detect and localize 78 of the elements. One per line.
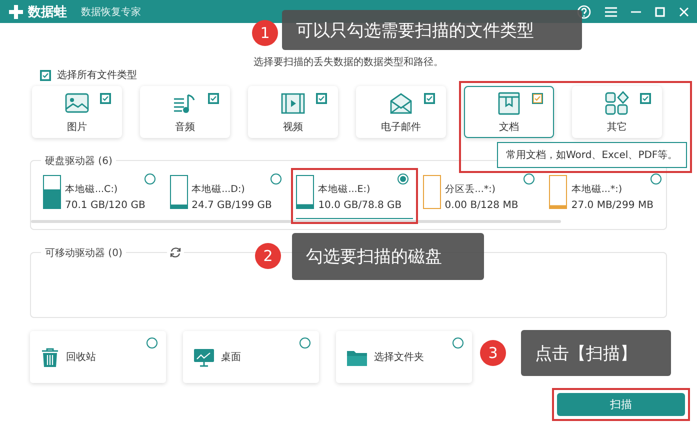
drive-item[interactable]: 本地磁...C:) 70.1 GB/120 GB bbox=[43, 173, 160, 219]
radio-button[interactable] bbox=[144, 173, 156, 185]
cross-logo-icon bbox=[8, 4, 24, 20]
maximize-icon[interactable] bbox=[655, 6, 665, 16]
checkbox[interactable] bbox=[532, 93, 543, 104]
group-title: 可移动驱动器 (0) bbox=[41, 246, 126, 260]
drive-size: 70.1 GB/120 GB bbox=[65, 200, 146, 211]
location-card[interactable]: 选择文件夹 bbox=[336, 331, 472, 383]
drive-name: 本地磁...D:) bbox=[192, 183, 246, 196]
callout-text: 可以只勾选需要扫描的文件类型 bbox=[282, 10, 582, 50]
radio-button[interactable] bbox=[523, 173, 536, 185]
image-icon bbox=[64, 90, 90, 116]
callout-text: 点击【扫描】 bbox=[521, 330, 671, 376]
drive-icon bbox=[170, 175, 188, 209]
select-all-label: 选择所有文件类型 bbox=[57, 68, 137, 82]
drive-item[interactable]: 本地磁...E:) 10.0 GB/78.8 GB bbox=[296, 173, 413, 219]
checkbox[interactable] bbox=[424, 93, 435, 104]
app-subtitle: 数据恢复专家 bbox=[81, 6, 141, 18]
drive-name: 本地磁...E:) bbox=[318, 183, 372, 196]
instruction-text: 选择要扫描的丢失数据的数据类型和路径。 bbox=[252, 56, 444, 67]
radio-button[interactable] bbox=[146, 337, 158, 349]
location-card[interactable]: 桌面 bbox=[183, 331, 319, 383]
file-type-label: 音频 bbox=[175, 120, 195, 134]
monitor-icon bbox=[193, 346, 215, 368]
bookmark-document-icon bbox=[496, 90, 522, 116]
file-type-card[interactable]: 视频 bbox=[248, 86, 338, 138]
callout-text: 勾选要扫描的磁盘 bbox=[292, 233, 484, 280]
drive-name: 分区丢...*:) bbox=[444, 183, 496, 196]
drive-icon bbox=[549, 175, 568, 209]
checkbox[interactable] bbox=[316, 93, 327, 104]
checkbox[interactable] bbox=[100, 93, 111, 104]
drive-size: 27.0 MB/299 MB bbox=[571, 200, 654, 211]
radio-button[interactable] bbox=[270, 173, 282, 185]
drive-size: 10.0 GB/78.8 GB bbox=[318, 200, 402, 211]
scan-button[interactable]: 扫描 bbox=[557, 393, 685, 416]
drive-name: 本地磁...*:) bbox=[571, 183, 624, 196]
file-type-label: 其它 bbox=[607, 120, 627, 134]
radio-button[interactable] bbox=[396, 173, 409, 185]
envelope-icon bbox=[388, 90, 414, 116]
menu-icon[interactable] bbox=[605, 6, 617, 16]
drive-name: 本地磁...C:) bbox=[65, 183, 119, 196]
drive-size: 0.00 B/128 MB bbox=[444, 200, 518, 211]
file-type-card[interactable]: 电子邮件 bbox=[356, 86, 446, 138]
radio-button[interactable] bbox=[650, 173, 662, 185]
file-type-label: 图片 bbox=[67, 120, 87, 134]
film-icon bbox=[280, 90, 306, 116]
location-card[interactable]: 回收站 bbox=[30, 331, 166, 383]
group-title: 硬盘驱动器 (6) bbox=[41, 154, 116, 168]
app-name: 数据蛙 bbox=[28, 4, 67, 20]
file-type-label: 文档 bbox=[499, 120, 519, 134]
drive-icon bbox=[43, 175, 61, 209]
close-icon[interactable] bbox=[679, 6, 689, 16]
drive-item[interactable]: 本地磁...D:) 24.7 GB/199 GB bbox=[170, 173, 286, 219]
step-number: 2 bbox=[255, 243, 281, 269]
drive-icon bbox=[296, 175, 314, 209]
location-label: 回收站 bbox=[66, 350, 96, 364]
radio-button[interactable] bbox=[452, 337, 464, 349]
drive-item[interactable]: 分区丢...*:) 0.00 B/128 MB bbox=[422, 173, 540, 219]
checkbox[interactable] bbox=[208, 93, 219, 104]
file-type-card[interactable]: 其它 bbox=[572, 86, 662, 138]
checkbox[interactable] bbox=[40, 70, 51, 80]
shapes-icon bbox=[604, 90, 630, 116]
drive-size: 24.7 GB/199 GB bbox=[192, 200, 272, 211]
file-type-card[interactable]: 音频 bbox=[140, 86, 230, 138]
step-number: 1 bbox=[252, 20, 278, 46]
location-label: 选择文件夹 bbox=[374, 350, 424, 364]
file-type-label: 视频 bbox=[283, 120, 303, 134]
location-label: 桌面 bbox=[221, 350, 241, 364]
step-number: 3 bbox=[480, 340, 506, 366]
checkbox[interactable] bbox=[640, 93, 651, 104]
trash-icon bbox=[40, 346, 60, 368]
file-type-label: 电子邮件 bbox=[381, 120, 421, 134]
file-type-card[interactable]: 文档 bbox=[464, 86, 554, 138]
tooltip: 常用文档，如Word、Excel、PDF等。 bbox=[497, 142, 687, 168]
scrollbar[interactable] bbox=[31, 220, 561, 223]
file-type-card[interactable]: 图片 bbox=[32, 86, 122, 138]
drive-item[interactable]: 本地磁...*:) 27.0 MB/299 MB bbox=[549, 173, 666, 219]
radio-button[interactable] bbox=[299, 337, 311, 349]
